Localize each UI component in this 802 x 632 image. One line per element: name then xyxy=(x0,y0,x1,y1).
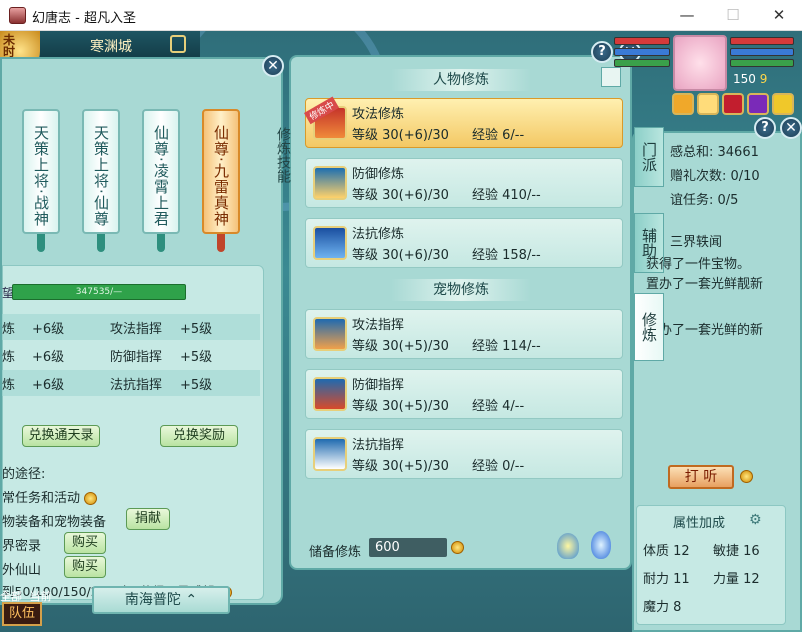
city-bar[interactable]: 寒渊城 xyxy=(40,31,200,59)
prestige-panel: ✕ 天策上将·战神 天策上将·仙尊 仙尊·凌霄上君 仙尊·九雷真神 望 3475… xyxy=(0,55,284,605)
status-bars-left xyxy=(614,37,670,70)
bonus-row: 炼 +6级 法抗指挥 +5级 xyxy=(2,370,260,396)
city-name: 寒渊城 xyxy=(90,39,132,55)
info-icon[interactable] xyxy=(451,541,464,554)
character-section-title: 人物修炼 xyxy=(391,69,531,91)
edit-icon[interactable] xyxy=(601,67,621,87)
game-viewport: 未时 寒渊城 ✕ 天策上将·战神 天策上将·仙尊 仙尊·凌霄上君 仙尊·九雷真神… xyxy=(0,31,802,632)
info-icon[interactable] xyxy=(84,492,98,505)
skill-card[interactable]: 修炼中 攻法修炼 等级 30(+6)/30 经验 6/-- xyxy=(304,96,623,148)
red-orb-icon[interactable] xyxy=(722,93,744,115)
close-window-button[interactable]: ✕ xyxy=(756,0,802,31)
mp-bar xyxy=(730,48,794,56)
title-scroll-1[interactable]: 天策上将·战神 xyxy=(22,109,60,234)
minimize-button[interactable]: — xyxy=(664,0,710,31)
tassel-icon xyxy=(217,234,225,252)
tassel-icon xyxy=(157,234,165,252)
way-outer-mountain: 外仙山 xyxy=(2,563,42,578)
tassel-icon xyxy=(97,234,105,252)
attribute-bonus-box: 属性加成 ⚙ 体质 12 敏捷 16 耐力 11 力量 12 魔力 8 xyxy=(636,505,786,625)
cultivation-panel: ? ✕ 修炼技能 人物修炼 修炼中 攻法修炼 等级 30(+6)/30 经验 6… xyxy=(275,41,641,570)
tassel-icon xyxy=(37,234,45,252)
skill-card[interactable]: 法抗指挥 等级 30(+5)/30 经验 0/-- xyxy=(305,429,623,479)
app-icon xyxy=(9,7,26,24)
pet-resist-icon xyxy=(313,437,347,471)
potion-icon[interactable] xyxy=(557,533,579,559)
help-button[interactable]: ? xyxy=(754,117,776,139)
title-scroll-3[interactable]: 仙尊·凌霄上君 xyxy=(142,109,180,234)
attr-agility: 敏捷 16 xyxy=(713,544,760,559)
attr-constitution: 体质 12 xyxy=(643,544,690,559)
attribute-title: 属性加成 xyxy=(673,516,726,531)
donate-button[interactable]: 捐献 xyxy=(126,508,170,530)
gear-icon[interactable]: ⚙ xyxy=(749,512,762,528)
bonus-row: 炼 +6级 攻法指挥 +5级 xyxy=(2,314,260,340)
status-bars-right xyxy=(730,37,794,70)
pet-icon[interactable] xyxy=(772,93,794,115)
window-title: 幻唐志 - 超凡入圣 xyxy=(32,11,136,26)
bonus-row: 炼 +6级 防御指挥 +5级 xyxy=(2,350,213,365)
listen-button[interactable]: 打 听 xyxy=(668,465,734,489)
title-scroll-4[interactable]: 仙尊·九雷真神 xyxy=(202,109,240,234)
news-line: 置办了一套光鲜靓新装。 xyxy=(646,277,764,311)
info-icon[interactable] xyxy=(740,470,753,483)
window-titlebar: 幻唐志 - 超凡入圣 — ☐ ✕ xyxy=(0,0,802,31)
defense-skill-icon xyxy=(313,166,347,200)
reserve-value: 600 xyxy=(369,538,447,557)
skill-card[interactable]: 防御修炼 等级 30(+6)/30 经验 410/-- xyxy=(305,158,623,208)
attr-strength: 力量 12 xyxy=(713,572,760,587)
maximize-button[interactable]: ☐ xyxy=(710,0,756,31)
resist-skill-icon xyxy=(313,226,347,260)
exchange-reward-button[interactable]: 兑换奖励 xyxy=(160,425,238,447)
mp-bar xyxy=(614,48,670,56)
skill-card[interactable]: 防御指挥 等级 30(+5)/30 经验 4/-- xyxy=(305,369,623,419)
skill-card[interactable]: 法抗修炼 等级 30(+6)/30 经验 158/-- xyxy=(305,218,623,268)
pet-attack-icon xyxy=(313,317,347,351)
cultivation-skill-label[interactable]: 修炼技能 xyxy=(275,127,293,183)
location-selector[interactable]: 南海普陀 ⌃ xyxy=(92,586,230,614)
reserve-label: 储备修炼 xyxy=(309,545,362,560)
skill-card[interactable]: 攻法指挥 等级 30(+5)/30 经验 114/-- xyxy=(305,309,623,359)
news-title: 三界轶闻 xyxy=(670,235,723,250)
way-secret-book: 界密录 xyxy=(2,539,42,554)
avatar[interactable] xyxy=(673,35,727,91)
purple-orb-icon[interactable] xyxy=(747,93,769,115)
hp-bar xyxy=(730,37,794,45)
tab-sect[interactable]: 门派 xyxy=(634,127,664,187)
attr-magic: 魔力 8 xyxy=(643,600,682,615)
close-right-panel-button[interactable]: ✕ xyxy=(780,117,802,139)
chevron-up-icon: ⌃ xyxy=(185,592,198,608)
hp-bar xyxy=(614,37,670,45)
stat-gift-count: 赠礼次数: 0/10 xyxy=(670,169,760,184)
mail-icon[interactable] xyxy=(697,93,719,115)
pet-section-title: 宠物修炼 xyxy=(391,279,531,301)
attr-endurance: 耐力 11 xyxy=(643,572,690,587)
sp-bar xyxy=(730,59,794,67)
news-line: 获得了一件宝物。 xyxy=(646,257,751,272)
flame-icon[interactable] xyxy=(591,531,611,559)
stat-favor-total: 感总和: 34661 xyxy=(670,145,759,160)
player-level: 150 9 xyxy=(733,72,768,86)
pet-defense-icon xyxy=(313,377,347,411)
title-scroll-2[interactable]: 天策上将·仙尊 xyxy=(82,109,120,234)
stat-friend-task: 谊任务: 0/5 xyxy=(670,193,739,208)
character-info-panel: ? ✕ 门派 辅助 感总和: 34661 赠礼次数: 0/10 谊任务: 0/5… xyxy=(632,117,802,632)
way-donate: 物装备和宠物装备 xyxy=(2,515,107,530)
tab-cultivation[interactable]: 修炼 xyxy=(634,293,664,361)
map-icon[interactable] xyxy=(170,35,186,53)
exchange-tianlu-button[interactable]: 兑换通天录 xyxy=(22,425,100,447)
prestige-progress-bar: 347535/— xyxy=(12,284,186,300)
help-button[interactable]: ? xyxy=(591,41,613,63)
buff-icon[interactable] xyxy=(672,93,694,115)
close-left-panel-button[interactable]: ✕ xyxy=(262,55,284,77)
news-line: 置办了一套光鲜的新装。 xyxy=(646,323,764,357)
team-button[interactable]: 队伍 xyxy=(2,602,42,626)
way-daily-tasks: 常任务和活动 xyxy=(2,487,98,506)
buy-outer-mountain-button[interactable]: 购买 xyxy=(64,556,106,578)
buy-secret-book-button[interactable]: 购买 xyxy=(64,532,106,554)
sp-bar xyxy=(614,59,670,67)
ways-title: 的途径: xyxy=(2,467,46,482)
